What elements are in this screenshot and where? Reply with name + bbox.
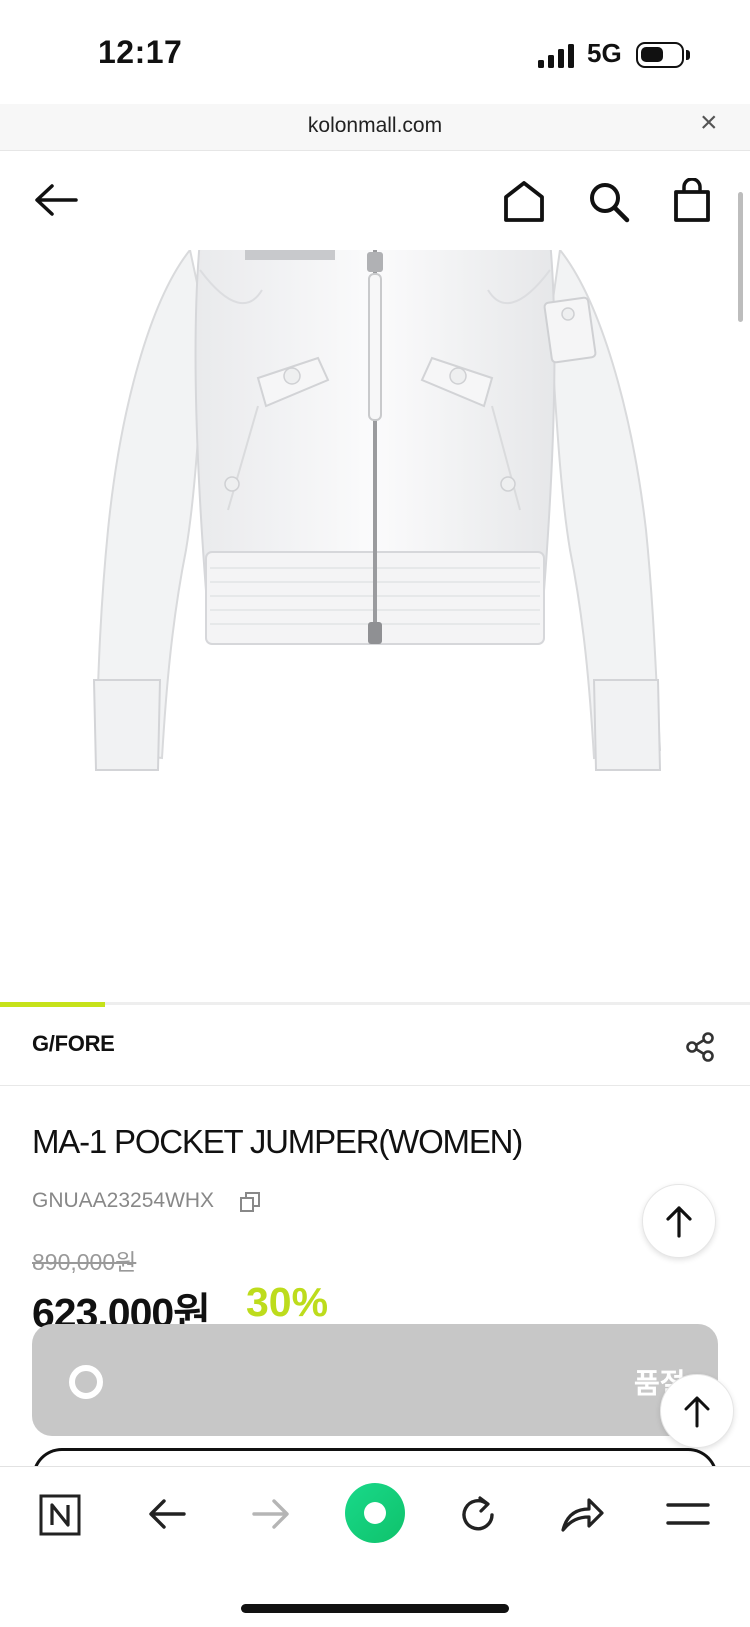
- status-time: 12:17: [98, 34, 183, 70]
- share-icon[interactable]: [684, 1031, 716, 1063]
- scroll-top-button-floating[interactable]: [660, 1374, 734, 1448]
- circle-icon: [69, 1365, 103, 1399]
- divider: [0, 1085, 750, 1086]
- shopping-bag-icon[interactable]: [672, 178, 712, 222]
- battery-icon: [636, 42, 684, 68]
- scroll-top-button[interactable]: [642, 1184, 716, 1258]
- search-icon[interactable]: [588, 181, 630, 223]
- url-text[interactable]: kolonmall.com: [0, 114, 750, 138]
- copy-icon[interactable]: [239, 1191, 261, 1213]
- arrow-up-icon: [666, 1206, 692, 1238]
- close-icon[interactable]: ×: [700, 108, 718, 138]
- brand-name[interactable]: G/FORE: [32, 1031, 115, 1057]
- discount-rate: 30%: [246, 1279, 329, 1325]
- home-icon[interactable]: [502, 180, 546, 222]
- back-icon[interactable]: [146, 1496, 188, 1532]
- green-dot-icon[interactable]: [344, 1482, 406, 1544]
- back-arrow-icon[interactable]: [32, 180, 80, 220]
- share-forward-icon[interactable]: [559, 1494, 605, 1534]
- product-code: GNUAA23254WHX: [32, 1189, 215, 1212]
- refresh-icon[interactable]: [457, 1494, 499, 1536]
- home-indicator: [241, 1604, 509, 1613]
- network-label: 5G: [587, 38, 622, 68]
- gallery-progress-track: [0, 1002, 750, 1005]
- forward-icon[interactable]: [250, 1496, 292, 1532]
- naver-n-icon[interactable]: [39, 1494, 81, 1536]
- gallery-progress-fill: [0, 1002, 105, 1007]
- signal-icon: [538, 44, 574, 68]
- site-header: [0, 151, 750, 251]
- page-scrollbar[interactable]: [738, 192, 743, 322]
- original-price: 890,000원: [32, 1249, 137, 1275]
- arrow-up-icon: [684, 1396, 710, 1428]
- product-title: MA-1 POCKET JUMPER(WOMEN): [32, 1123, 523, 1160]
- jacket-illustration: [92, 250, 662, 771]
- product-image[interactable]: [0, 250, 750, 990]
- battery-tip: [686, 50, 690, 60]
- menu-icon[interactable]: [666, 1502, 710, 1526]
- soldout-button[interactable]: [32, 1324, 718, 1436]
